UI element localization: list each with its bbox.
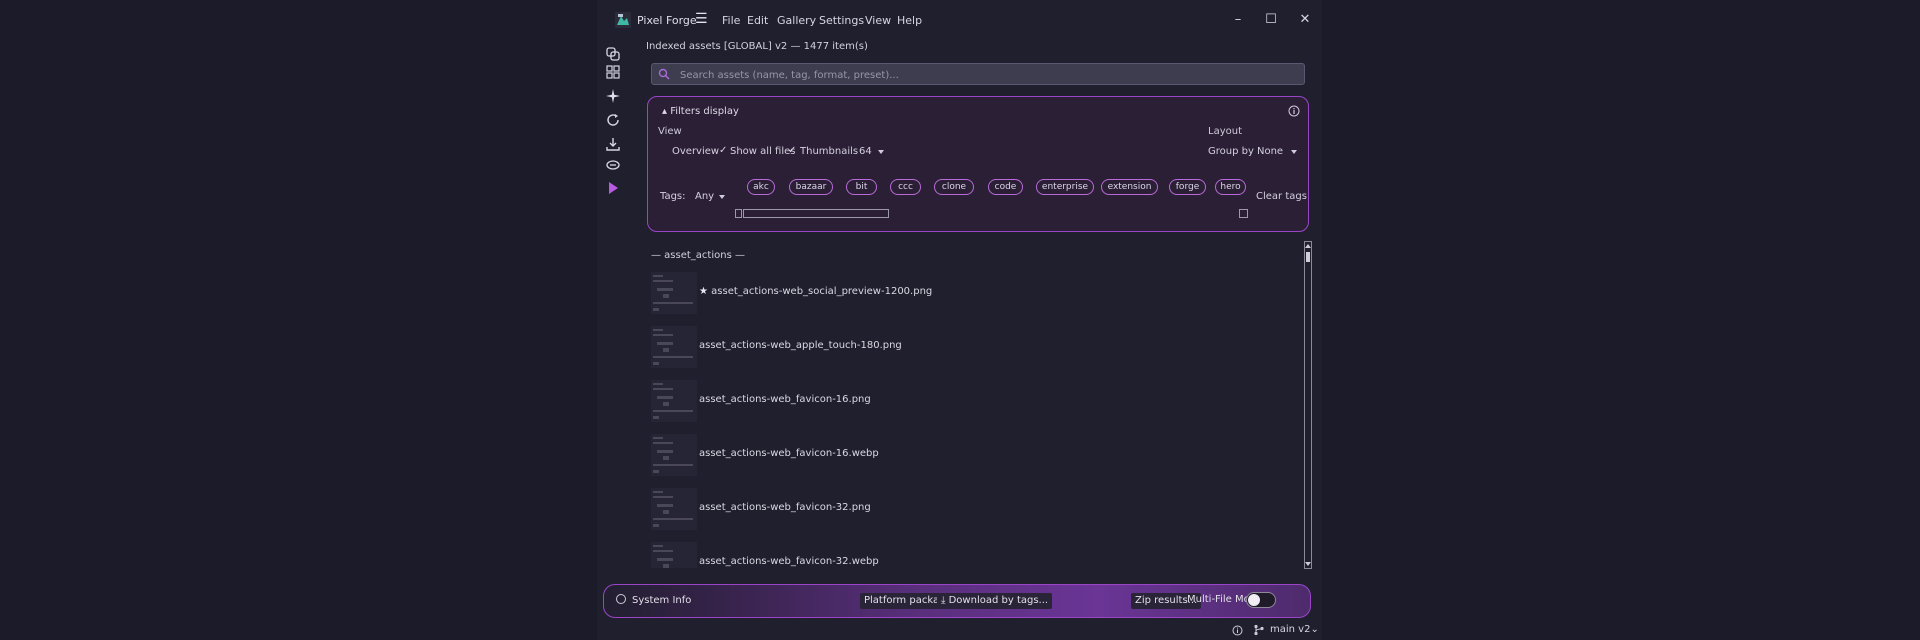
asset-list: ★ asset_actions-web_social_preview-1200.… <box>651 268 1301 568</box>
tag-chip-ccc[interactable]: ccc <box>890 179 921 195</box>
list-item[interactable]: asset_actions-web_favicon-32.webp <box>651 538 1291 568</box>
scroll-thumb[interactable] <box>1306 252 1310 262</box>
thumbnails-check-icon[interactable]: ✓ <box>788 145 796 156</box>
maximize-button[interactable]: ☐ <box>1259 9 1283 31</box>
asset-thumbnail <box>651 434 697 476</box>
menu-help[interactable]: Help <box>897 14 922 27</box>
search-icon <box>658 68 670 80</box>
sparkle-icon[interactable] <box>605 88 621 104</box>
tags-mode-caret-icon[interactable] <box>719 195 725 199</box>
minimize-button[interactable]: – <box>1226 9 1250 31</box>
tags-label: Tags: <box>660 191 686 202</box>
asset-name: asset_actions-web_favicon-16.webp <box>699 448 879 459</box>
tag-chip-forge[interactable]: forge <box>1169 179 1206 195</box>
toggle-knob <box>1248 594 1260 606</box>
tag-chip-clone[interactable]: clone <box>934 179 974 195</box>
asset-thumbnail <box>651 326 697 368</box>
multi-file-mode-toggle[interactable] <box>1246 592 1276 608</box>
list-scrollbar[interactable] <box>1304 241 1312 569</box>
download-icon: ⤓ <box>941 595 949 606</box>
menu-view[interactable]: View <box>865 14 891 27</box>
bottom-action-bar: System Info Platform package... ⤓ Downlo… <box>603 584 1311 618</box>
asset-name: asset_actions-web_apple_touch-180.png <box>699 340 902 351</box>
clear-tags-button[interactable]: Clear tags <box>1256 191 1307 202</box>
asset-name: asset_actions-web_favicon-32.png <box>699 502 871 513</box>
play-icon[interactable] <box>605 180 621 196</box>
thumbnail-size-caret-icon[interactable] <box>878 150 884 154</box>
search-box <box>651 63 1305 85</box>
asset-name: ★ asset_actions-web_social_preview-1200.… <box>699 286 933 297</box>
list-item[interactable]: asset_actions-web_favicon-16.png <box>651 376 1291 422</box>
tag-scroll-left-button[interactable] <box>735 209 742 218</box>
tags-mode-select[interactable]: Any <box>695 191 714 202</box>
search-input[interactable] <box>678 65 1292 85</box>
system-info-button[interactable]: System Info <box>612 593 695 609</box>
star-icon[interactable]: ★ <box>699 286 711 297</box>
app-logo-icon <box>615 12 631 28</box>
tag-scroll-right-button[interactable] <box>1239 209 1248 218</box>
view-label: View <box>658 126 682 137</box>
download-by-tags-button[interactable]: ⤓ Download by tags... <box>937 593 1053 609</box>
title-bar: Pixel Forge ☰ File Edit Gallery Settings… <box>597 0 1322 40</box>
link-icon[interactable] <box>605 157 621 173</box>
menu-file[interactable]: File <box>722 14 740 27</box>
group-by-label: Group by <box>1208 146 1254 157</box>
tag-chip-extension[interactable]: extension <box>1101 179 1158 195</box>
tag-scrollbar[interactable] <box>743 209 889 218</box>
overview-option[interactable]: Overview <box>672 146 719 157</box>
group-by-select[interactable]: None <box>1257 146 1283 157</box>
tag-chip-bazaar[interactable]: bazaar <box>789 179 833 195</box>
menu-gallery[interactable]: Gallery <box>777 14 816 27</box>
grid-icon[interactable] <box>605 64 621 80</box>
menu-edit[interactable]: Edit <box>747 14 768 27</box>
list-item[interactable]: asset_actions-web_favicon-16.webp <box>651 430 1291 476</box>
thumbnails-label[interactable]: Thumbnails <box>800 146 858 157</box>
app-name: Pixel Forge <box>637 14 697 27</box>
layers-icon[interactable] <box>605 46 621 62</box>
close-button[interactable]: ✕ <box>1293 9 1317 31</box>
asset-thumbnail <box>651 380 697 422</box>
index-title: Indexed assets [GLOBAL] v2 — 1477 item(s… <box>646 41 868 52</box>
show-all-files-check-icon[interactable]: ✓ <box>719 145 727 156</box>
list-item[interactable]: asset_actions-web_apple_touch-180.png <box>651 322 1291 368</box>
list-item[interactable]: ★ asset_actions-web_social_preview-1200.… <box>651 268 1291 314</box>
info-icon[interactable] <box>1288 105 1300 117</box>
help-icon[interactable] <box>1232 625 1243 636</box>
asset-thumbnail <box>651 542 697 568</box>
asset-name: asset_actions-web_favicon-16.png <box>699 394 871 405</box>
list-item[interactable]: asset_actions-web_favicon-32.png <box>651 484 1291 530</box>
filters-display-toggle[interactable]: ▴ Filters display <box>662 106 739 117</box>
asset-thumbnail <box>651 488 697 530</box>
filters-panel: ▴ Filters display View Overview ✓ Show a… <box>647 96 1309 232</box>
tag-chip-enterprise[interactable]: enterprise <box>1036 179 1094 195</box>
thumbnail-size-select[interactable]: 64 <box>859 146 872 157</box>
git-branch-icon[interactable] <box>1253 624 1265 636</box>
app-window: Pixel Forge ☰ File Edit Gallery Settings… <box>597 0 1322 640</box>
hamburger-menu-icon[interactable]: ☰ <box>695 12 709 26</box>
group-by-caret-icon[interactable] <box>1291 150 1297 154</box>
asset-thumbnail <box>651 272 697 314</box>
tag-chip-hero[interactable]: hero <box>1215 179 1246 195</box>
tag-chip-akc[interactable]: akc <box>747 179 775 195</box>
tag-chip-bit[interactable]: bit <box>846 179 877 195</box>
status-bar: main v2⌄ <box>597 622 1322 640</box>
show-all-files-label[interactable]: Show all files <box>730 146 795 157</box>
left-toolbar <box>597 40 629 200</box>
layout-label: Layout <box>1208 126 1242 137</box>
download-icon[interactable] <box>605 136 621 152</box>
scroll-down-icon[interactable] <box>1305 561 1311 567</box>
menu-settings[interactable]: Settings <box>819 14 864 27</box>
gear-icon <box>616 594 626 604</box>
branch-selector[interactable]: main v2⌄ <box>1270 624 1319 635</box>
scroll-up-icon[interactable] <box>1305 243 1311 249</box>
refresh-icon[interactable] <box>605 112 621 128</box>
asset-name: asset_actions-web_favicon-32.webp <box>699 556 879 567</box>
tag-chip-code[interactable]: code <box>988 179 1023 195</box>
section-label: — asset_actions — <box>651 250 745 261</box>
